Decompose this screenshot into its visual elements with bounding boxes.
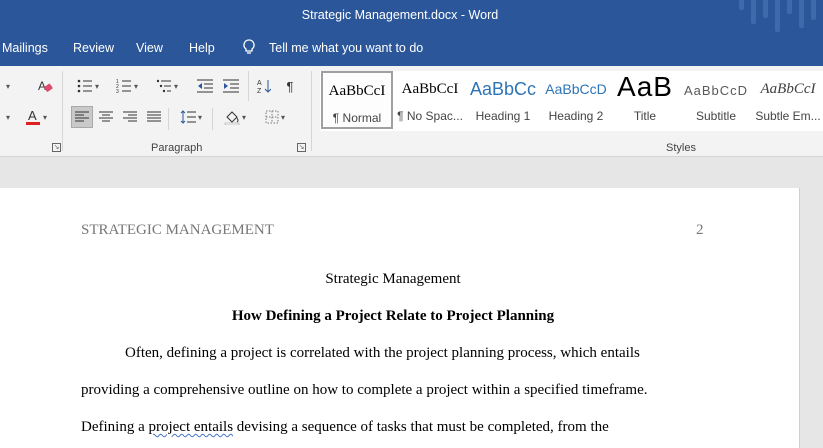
highlight-dropdown-icon[interactable]: ▾ <box>0 106 14 128</box>
body-line: Defining a project entails devising a se… <box>81 419 609 436</box>
align-left-button[interactable] <box>71 106 93 128</box>
svg-text:A: A <box>28 108 37 123</box>
page-number: 2 <box>696 222 704 238</box>
style-sample: AaBbCcI <box>401 81 459 97</box>
styles-group-label: Styles <box>666 142 696 154</box>
style-subtitle[interactable]: AaBbCcD Subtitle <box>680 71 752 129</box>
lightbulb-icon[interactable] <box>242 39 256 58</box>
document-page[interactable]: STRATEGIC MANAGEMENT 2 Strategic Managem… <box>0 188 800 448</box>
style-sample: AaBbCcD <box>683 83 749 98</box>
borders-icon[interactable]: ▾ <box>258 106 292 128</box>
align-center-button[interactable] <box>95 106 117 128</box>
increase-indent-icon[interactable] <box>220 75 242 97</box>
tab-help[interactable]: Help <box>189 41 215 55</box>
style-sample: AaBbCcI <box>328 83 386 99</box>
paragraph-dialog-launcher-icon[interactable]: ↘ <box>297 143 306 152</box>
style-sample: AaBbCcI <box>760 81 816 97</box>
style-name: Heading 1 <box>475 109 531 123</box>
style-name: Subtle Em... <box>755 109 821 123</box>
style-heading-2[interactable]: AaBbCcD Heading 2 <box>540 71 612 129</box>
style-no-spacing[interactable]: AaBbCcI ¶ No Spac... <box>394 71 466 129</box>
style-name: ¶ No Spac... <box>397 109 463 123</box>
body-text: devising a sequence of tasks that must b… <box>233 419 609 435</box>
svg-text:A: A <box>38 79 46 93</box>
tab-view[interactable]: View <box>136 41 163 55</box>
body-text: Defining a <box>81 419 149 435</box>
line-spacing-icon[interactable]: ▾ <box>174 106 208 128</box>
style-normal[interactable]: AaBbCcI ¶ Normal <box>321 71 393 129</box>
title-bar-decoration <box>733 0 823 32</box>
font-dropdown-icon[interactable]: ▾ <box>0 75 14 97</box>
styles-gallery: AaBbCcI ¶ Normal AaBbCcI ¶ No Spac... Aa… <box>320 71 823 131</box>
ribbon-tabs: Mailings Review View Help Tell me what y… <box>0 32 823 66</box>
tab-mailings[interactable]: Mailings <box>2 41 48 55</box>
title-bar: Strategic Management.docx - Word <box>0 0 823 32</box>
svg-text:A: A <box>257 80 262 87</box>
decrease-indent-icon[interactable] <box>194 75 216 97</box>
sort-icon[interactable]: AZ <box>254 75 274 97</box>
section-heading: How Defining a Project Relate to Project… <box>231 308 555 324</box>
window-title: Strategic Management.docx - Word <box>301 8 499 22</box>
numbering-icon[interactable]: 1 2 3 ▾ <box>110 75 144 97</box>
style-heading-1[interactable]: AaBbCc Heading 1 <box>467 71 539 129</box>
style-name: ¶ Normal <box>332 111 382 125</box>
style-sample: AaBbCcD <box>545 81 607 97</box>
ribbon: ▾ ▾ A A ▾ ▾ 1 2 3 ▾ ▾ AZ ¶ ▾ ▾ ▾ ↘ Parag… <box>0 66 823 157</box>
svg-text:3: 3 <box>116 89 119 93</box>
justify-button[interactable] <box>143 106 165 128</box>
shading-icon[interactable]: ▾ <box>218 106 252 128</box>
style-sample: AaBbCc <box>469 79 537 99</box>
style-subtle-emphasis[interactable]: AaBbCcI Subtle Em... <box>753 71 823 129</box>
multilevel-list-icon[interactable]: ▾ <box>150 75 184 97</box>
grammar-flagged-text: project entails <box>148 419 234 435</box>
style-title[interactable]: AaB Title <box>609 71 681 129</box>
style-name: Subtitle <box>695 109 737 123</box>
bullets-icon[interactable]: ▾ <box>72 75 104 97</box>
svg-text:Z: Z <box>257 88 262 94</box>
body-line: Often, defining a project is correlated … <box>125 345 640 361</box>
font-color-button[interactable]: A ▾ <box>18 106 54 128</box>
style-name: Title <box>633 109 657 123</box>
document-title: Strategic Management <box>325 271 461 287</box>
tell-me-search[interactable]: Tell me what you want to do <box>269 41 423 55</box>
paragraph-group-label: Paragraph <box>151 142 203 154</box>
show-formatting-marks-icon[interactable]: ¶ <box>280 75 300 97</box>
tab-review[interactable]: Review <box>73 41 114 55</box>
align-right-button[interactable] <box>119 106 141 128</box>
font-dialog-launcher-icon[interactable]: ↘ <box>52 143 61 152</box>
style-name: Heading 2 <box>548 109 604 123</box>
body-line: providing a comprehensive outline on how… <box>81 382 648 398</box>
style-sample: AaB <box>617 71 673 102</box>
clear-formatting-icon[interactable]: A <box>34 75 56 97</box>
running-header: STRATEGIC MANAGEMENT <box>81 222 274 238</box>
